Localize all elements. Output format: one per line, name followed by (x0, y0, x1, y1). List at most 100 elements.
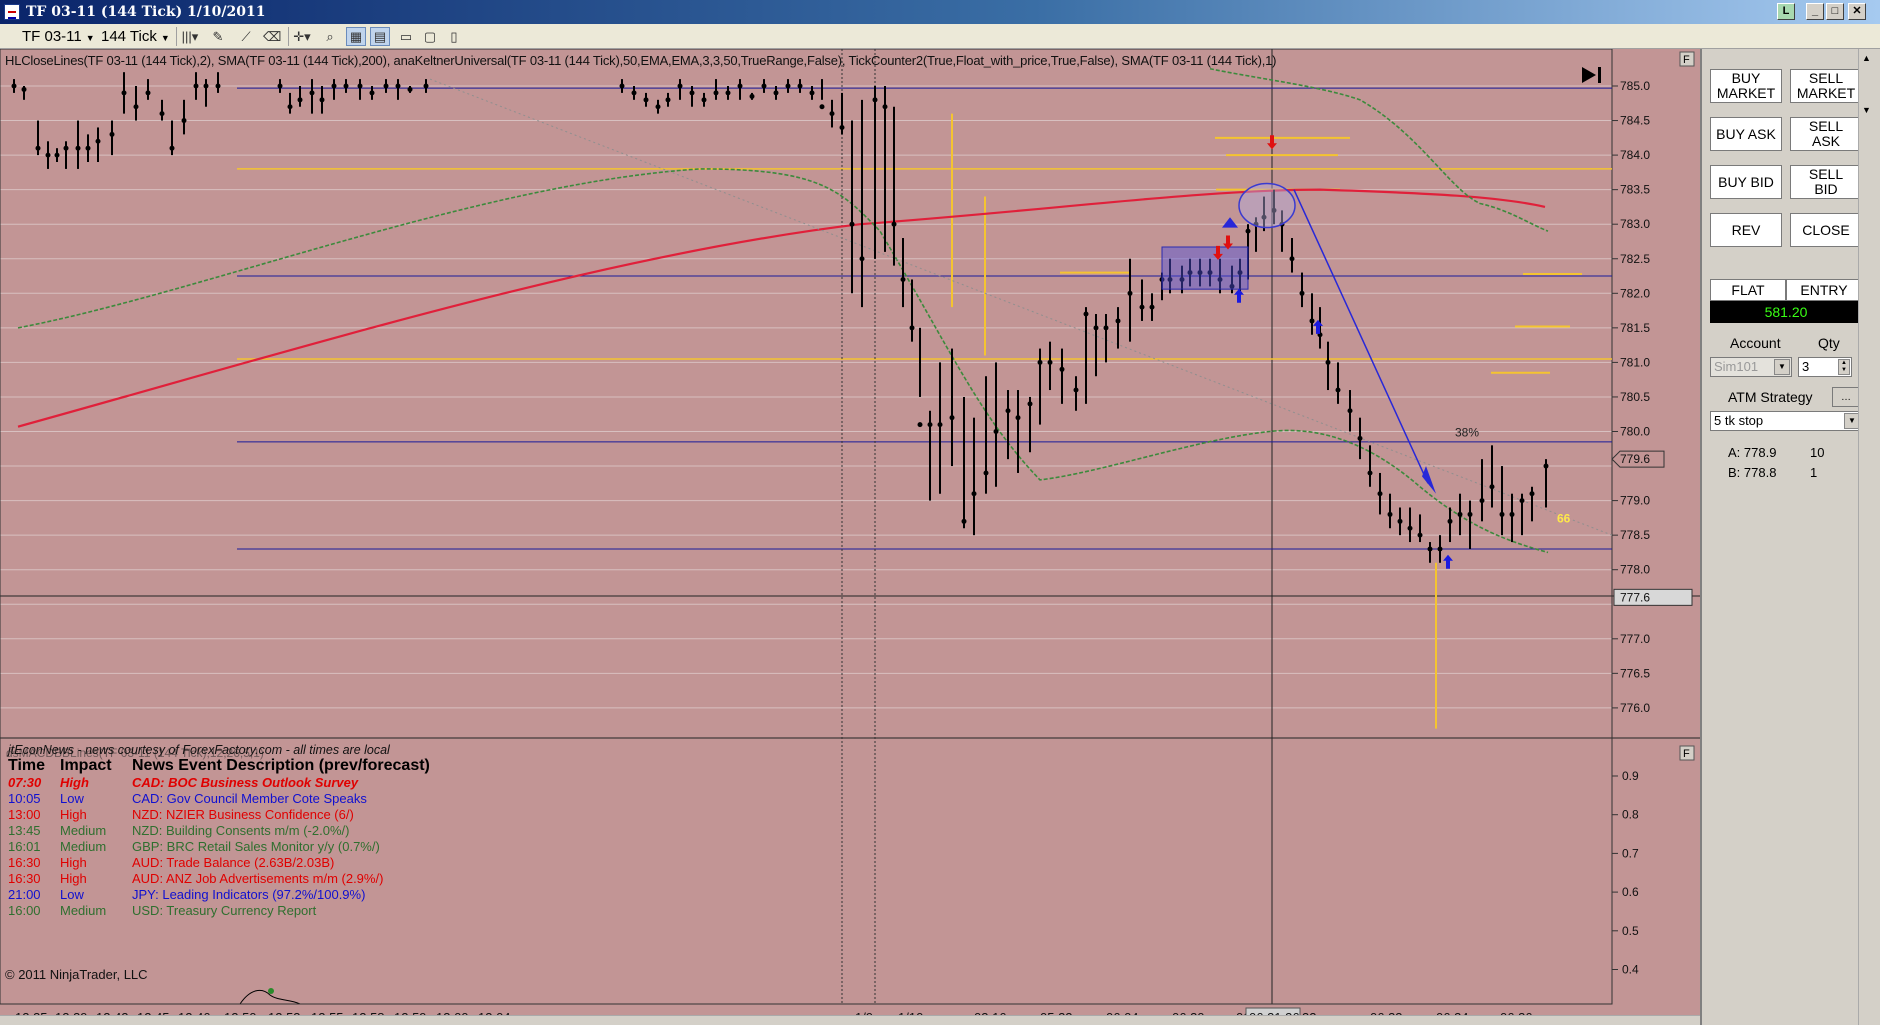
close-dot (839, 124, 845, 130)
close-dot (1489, 484, 1495, 490)
close-dot (1015, 415, 1021, 421)
data-box-icon[interactable]: ▯ (444, 27, 464, 46)
chevron-down-icon[interactable]: ▼ (1862, 105, 1871, 115)
session-separators (841, 49, 876, 1004)
close-dot (1347, 408, 1353, 414)
pencil-icon[interactable]: ✎ (208, 27, 228, 46)
qty-label: Qty (1818, 335, 1840, 351)
interval-selector[interactable]: 144 Tick ▼ (97, 27, 174, 46)
fib-label: 38% (1455, 425, 1479, 439)
buy-ask-button[interactable]: BUY ASK (1710, 117, 1782, 151)
close-dot (900, 276, 906, 282)
price-chart[interactable]: 38% 66 785.0 784.5 784.0 783.5 783.0 782.5 782.… (0, 49, 1700, 1025)
news-impact: Low (60, 887, 84, 902)
close-dot (785, 83, 791, 89)
chart-toolbar: TF 03-11 ▼ 144 Tick ▼ |||▾ ✎ ⟋ ⌫ ✛▾ ⌕ ▦ ▤ … (0, 24, 1880, 49)
instrument-selector[interactable]: TF 03-11 ▼ (18, 27, 99, 46)
go-to-end-icon (1582, 67, 1601, 83)
close-dot (1073, 387, 1079, 393)
close-button[interactable]: ✕ (1848, 3, 1866, 20)
news-row: 21:00 Low JPY: Leading Indicators (97.2%/1… (8, 887, 430, 903)
qty-input[interactable]: 3 ▲ ▼ (1798, 357, 1852, 377)
close-dot (737, 83, 743, 89)
close-dot (961, 518, 967, 524)
news-row: 13:00 High NZD: NZIER Business Confidence … (8, 807, 430, 823)
account-select[interactable]: Sim101 ▼ (1710, 357, 1792, 377)
maximize-button[interactable]: □ (1826, 3, 1844, 20)
news-row: 13:45 Medium NZD: Building Consents m/m (-… (8, 823, 430, 839)
minimize-button[interactable]: _ (1806, 3, 1824, 20)
news-impact: Medium (60, 903, 107, 918)
title-bar[interactable]: TF 03-11 (144 Tick) 1/10/2011 L _ □ ✕ (0, 0, 1880, 24)
buy-bid-button[interactable]: BUY BID (1710, 165, 1782, 199)
panel-toggle-label: F (1683, 54, 1690, 66)
properties-icon[interactable]: ▢ (420, 27, 440, 46)
close-dot (1245, 228, 1251, 234)
chevron-down-icon: ▼ (160, 33, 170, 43)
close-dot (1543, 463, 1549, 469)
close-dot (287, 104, 293, 110)
sell-market-button[interactable]: SELL MARKET (1790, 69, 1862, 103)
reverse-button[interactable]: REV (1710, 213, 1782, 247)
bid-size: 1 (1810, 465, 1818, 480)
crosshair-icon[interactable]: ✛▾ (292, 27, 312, 46)
sma200-curve (17, 188, 1546, 428)
yellow-level-lines (237, 113, 1612, 729)
eraser-icon[interactable]: ⌫ (262, 27, 282, 46)
close-dot (95, 138, 101, 144)
close-dot (75, 145, 81, 151)
entry-price-header: ENTRY (1786, 279, 1862, 301)
sell-bid-button[interactable]: SELL BID (1790, 165, 1862, 199)
close-dot (109, 131, 115, 137)
chevron-up-icon[interactable]: ▲ (1862, 53, 1871, 63)
link-button[interactable]: L (1777, 3, 1795, 20)
news-time: 13:45 (8, 823, 41, 838)
ask-price: 778.9 (1743, 445, 1777, 460)
close-dot (407, 86, 413, 92)
close-dot (1299, 290, 1305, 296)
zoom-icon[interactable]: ⌕ (320, 27, 340, 46)
buy-market-button[interactable]: BUY MARKET (1710, 69, 1782, 103)
chart-trader-icon[interactable]: ▦ (346, 27, 366, 46)
vertical-scrollbar[interactable]: ▲ ▼ (1858, 49, 1880, 1025)
atm-strategy-value: 5 tk stop (1714, 413, 1764, 428)
panel-toggle-label: F (1683, 748, 1690, 760)
close-dot (181, 118, 187, 124)
price-tick-label: 780.5 (1620, 390, 1650, 404)
sell-ask-button[interactable]: SELL ASK (1790, 117, 1862, 151)
close-dot (331, 83, 337, 89)
indicator-curves (17, 67, 1613, 554)
close-dot (1447, 518, 1453, 524)
close-dot (1335, 387, 1341, 393)
account-value: Sim101 (1714, 359, 1759, 374)
spinner-icon[interactable]: ▲ ▼ (1838, 359, 1850, 375)
close-dot (1149, 304, 1155, 310)
close-dot (689, 90, 695, 96)
indicator-legend: HLCloseLines(TF 03-11 (144 Tick),2), SMA… (5, 53, 1277, 68)
price-tick-label: 784.0 (1620, 148, 1650, 162)
hl-close-lines (237, 87, 1612, 550)
news-time: 16:30 (8, 855, 41, 870)
close-dot (203, 83, 209, 89)
indicators-icon[interactable]: ▤ (370, 27, 390, 46)
close-dot (1417, 532, 1423, 538)
close-position-button[interactable]: CLOSE (1790, 213, 1862, 247)
bar-type-icon[interactable]: |||▾ (180, 27, 200, 46)
line-tool-icon[interactable]: ⟋ (236, 27, 256, 46)
news-time: 16:01 (8, 839, 41, 854)
atm-options-button[interactable]: … (1832, 387, 1860, 407)
close-dot (1309, 318, 1315, 324)
close-dot (1457, 511, 1463, 517)
lower-tick-label: 0.6 (1622, 885, 1639, 899)
atm-strategy-select[interactable]: 5 tk stop ▼ (1710, 411, 1862, 431)
bid-price: 778.8 (1743, 465, 1777, 480)
close-dot (665, 97, 671, 103)
close-dot (85, 145, 91, 151)
price-tick-label: 783.5 (1620, 183, 1650, 197)
close-dot (993, 429, 999, 434)
close-dot (395, 83, 401, 89)
bid-row: B: 778.8 (1728, 465, 1776, 480)
close-dot (1127, 290, 1133, 296)
horizontal-scrollbar[interactable] (0, 1015, 1700, 1025)
strategies-icon[interactable]: ▭ (396, 27, 416, 46)
